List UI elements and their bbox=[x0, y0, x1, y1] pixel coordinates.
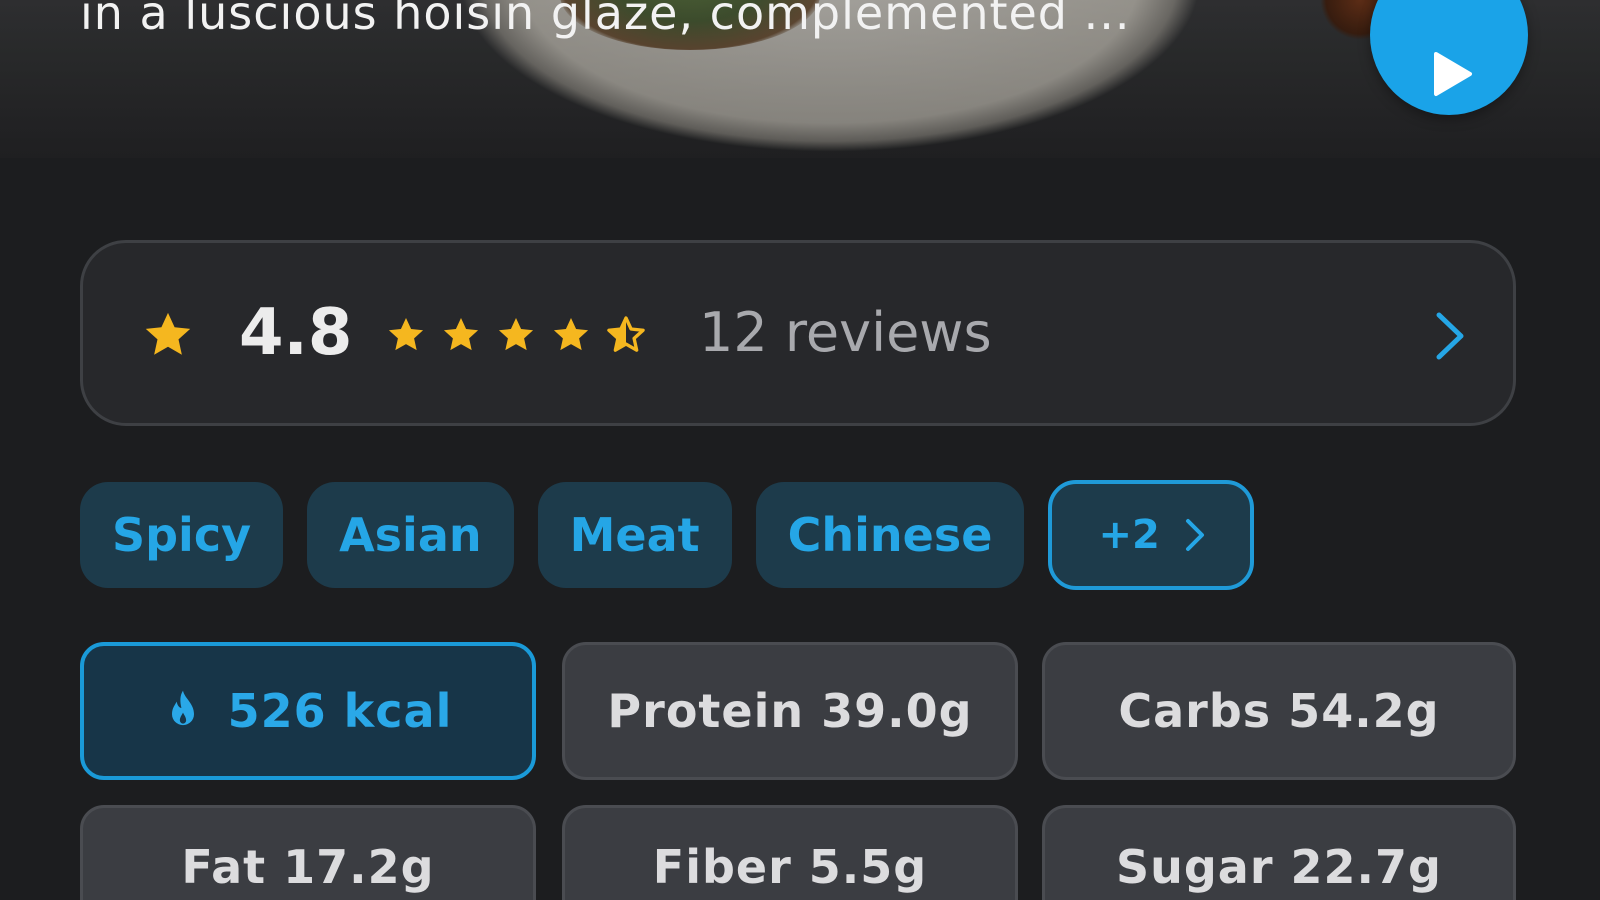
chevron-right-icon[interactable] bbox=[1433, 309, 1467, 363]
star-full-icon bbox=[443, 318, 479, 351]
sugar-chip: Sugar 22.7g bbox=[1042, 805, 1516, 900]
star-full-icon bbox=[498, 318, 534, 351]
recipe-description: in a luscious hoisin glaze, complemented… bbox=[80, 0, 1131, 40]
tag-spicy[interactable]: Spicy bbox=[80, 482, 284, 588]
calories-value: 526 kcal bbox=[227, 684, 453, 738]
tag-asian[interactable]: Asian bbox=[307, 482, 514, 588]
play-icon bbox=[1434, 52, 1472, 96]
recipe-hero-image: in a luscious hoisin glaze, complemented… bbox=[0, 0, 1600, 158]
fat-value: Fat 17.2g bbox=[181, 840, 435, 894]
reviews-count[interactable]: 12 reviews bbox=[699, 297, 992, 369]
more-tags-label: +2 bbox=[1098, 512, 1160, 558]
protein-chip: Protein 39.0g bbox=[562, 642, 1018, 780]
tag-meat[interactable]: Meat bbox=[537, 482, 732, 588]
recipe-detail-page: in a luscious hoisin glaze, complemented… bbox=[0, 0, 1600, 900]
star-icon bbox=[145, 312, 191, 355]
carbs-chip: Carbs 54.2g bbox=[1042, 642, 1516, 780]
rating-summary-card[interactable]: 4.8 12 reviews bbox=[80, 240, 1516, 426]
star-full-icon bbox=[388, 318, 424, 351]
protein-value: Protein 39.0g bbox=[607, 684, 973, 738]
sugar-value: Sugar 22.7g bbox=[1116, 840, 1442, 894]
recipe-tags: Spicy Asian Meat Chinese +2 bbox=[80, 480, 1254, 590]
carbs-value: Carbs 54.2g bbox=[1118, 684, 1440, 738]
fiber-value: Fiber 5.5g bbox=[652, 840, 928, 894]
rating-value: 4.8 bbox=[239, 296, 353, 370]
star-rating bbox=[386, 315, 646, 355]
calories-chip: 526 kcal bbox=[80, 642, 536, 780]
star-half-icon bbox=[607, 316, 645, 352]
chevron-right-icon bbox=[1185, 519, 1204, 551]
fiber-chip: Fiber 5.5g bbox=[562, 805, 1018, 900]
star-full-icon bbox=[553, 318, 589, 351]
fat-chip: Fat 17.2g bbox=[80, 805, 536, 900]
flame-icon bbox=[171, 690, 194, 726]
more-tags-button[interactable]: +2 bbox=[1048, 480, 1254, 590]
tag-chinese[interactable]: Chinese bbox=[755, 482, 1025, 588]
